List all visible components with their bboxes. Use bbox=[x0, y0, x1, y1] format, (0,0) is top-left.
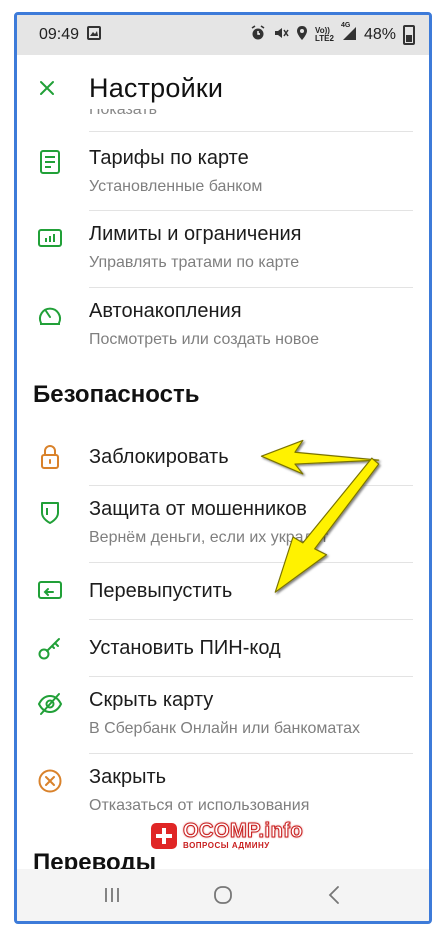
home-button[interactable] bbox=[203, 875, 243, 915]
list-item-block[interactable]: Заблокировать bbox=[17, 429, 429, 485]
watermark: OCOMP.info ВОПРОСЫ АДМИНУ bbox=[151, 821, 303, 850]
item-subtitle: Отказаться от использования bbox=[89, 797, 310, 814]
list-item-hide-card[interactable]: Скрыть карту В Сбербанк Онлайн или банко… bbox=[17, 677, 429, 753]
shield-icon bbox=[37, 500, 63, 526]
key-icon bbox=[37, 635, 63, 661]
battery-percent: 48% bbox=[363, 26, 396, 43]
close-button[interactable] bbox=[17, 58, 77, 118]
network-type-label: 4G bbox=[340, 21, 351, 29]
battery-icon bbox=[403, 25, 415, 45]
close-icon bbox=[40, 81, 54, 95]
status-bar: 09:49 Vo)) LTE2 4G 48% bbox=[17, 15, 429, 55]
list-item-limits[interactable]: Лимиты и ограничения Управлять тратами п… bbox=[17, 211, 429, 287]
alarm-icon bbox=[250, 24, 266, 46]
item-label: Защита от мошенников bbox=[89, 498, 307, 520]
back-icon bbox=[328, 886, 339, 904]
app-header: Настройки bbox=[17, 55, 429, 121]
phone-screen: 09:49 Vo)) LTE2 4G 48% Настройки Показат… bbox=[14, 12, 432, 924]
mute-icon bbox=[273, 25, 289, 46]
item-label: Закрыть bbox=[89, 766, 167, 788]
bar-chart-icon bbox=[37, 225, 63, 251]
reissue-card-icon bbox=[37, 578, 63, 604]
list-item-fraud-protection[interactable]: Защита от мошенников Вернём деньги, если… bbox=[17, 486, 429, 562]
system-nav-bar bbox=[17, 869, 429, 921]
item-subtitle: Управлять тратами по карте bbox=[89, 254, 300, 271]
section-title-security: Безопасность bbox=[33, 381, 200, 408]
item-label: Лимиты и ограничения bbox=[89, 223, 302, 245]
recent-apps-icon bbox=[105, 888, 120, 902]
item-subtitle: Посмотреть или создать новое bbox=[89, 331, 320, 348]
signal-icon: 4G bbox=[340, 21, 357, 46]
item-label: Автонакопления bbox=[89, 300, 242, 322]
watermark-title: OCOMP.info bbox=[182, 820, 304, 842]
divider bbox=[89, 131, 413, 132]
item-label: Установить ПИН-код bbox=[89, 637, 281, 659]
item-subtitle: Установленные банком bbox=[89, 178, 263, 195]
item-label: Заблокировать bbox=[89, 446, 229, 468]
status-time: 09:49 bbox=[39, 26, 80, 43]
list-item-autosavings[interactable]: Автонакопления Посмотреть или создать но… bbox=[17, 288, 429, 364]
watermark-subtitle: ВОПРОСЫ АДМИНУ bbox=[183, 841, 270, 850]
document-list-icon bbox=[37, 149, 63, 175]
gauge-icon bbox=[37, 302, 63, 328]
page-title: Настройки bbox=[89, 72, 224, 103]
list-item-reissue[interactable]: Перевыпустить bbox=[17, 563, 429, 619]
eye-off-icon bbox=[37, 691, 63, 717]
gallery-notification-icon bbox=[87, 25, 102, 45]
lock-icon bbox=[37, 444, 63, 470]
item-subtitle: Вернём деньги, если их украдут bbox=[89, 529, 329, 546]
item-label: Перевыпустить bbox=[89, 580, 233, 602]
close-circle-icon bbox=[37, 768, 63, 794]
list-item-tariffs[interactable]: Тарифы по карте Установленные банком bbox=[17, 135, 429, 211]
item-label: Скрыть карту bbox=[89, 689, 214, 711]
item-label: Тарифы по карте bbox=[89, 147, 249, 169]
lte-label: LTE2 bbox=[315, 34, 334, 43]
back-button[interactable] bbox=[314, 875, 354, 915]
list-item-set-pin[interactable]: Установить ПИН-код bbox=[17, 620, 429, 676]
list-item-close-card[interactable]: Закрыть Отказаться от использования bbox=[17, 754, 429, 830]
watermark-plus-icon bbox=[151, 822, 177, 849]
location-icon bbox=[296, 25, 308, 46]
volte-indicator: Vo)) LTE2 bbox=[315, 27, 334, 43]
item-subtitle: В Сбербанк Онлайн или банкоматах bbox=[89, 720, 361, 737]
recent-apps-button[interactable] bbox=[92, 875, 132, 915]
home-icon bbox=[214, 886, 232, 904]
